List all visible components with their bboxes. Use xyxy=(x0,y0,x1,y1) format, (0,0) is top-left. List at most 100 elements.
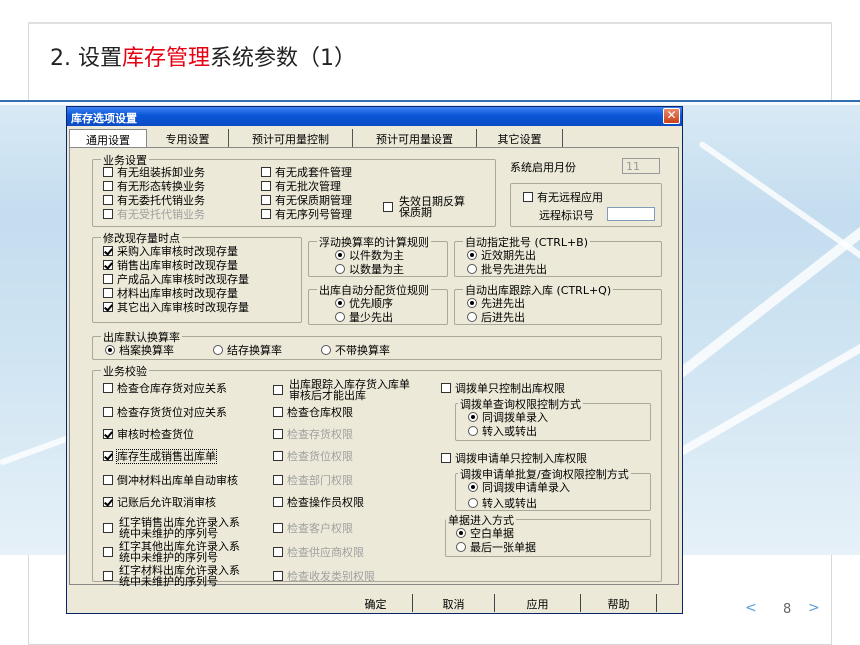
checkbox-shelf-life[interactable]: 有无保质期管理 xyxy=(261,195,352,207)
checkbox-purchase-in[interactable]: 采购入库审核时改现存量 xyxy=(103,246,238,258)
checkbox-cancel-after-post[interactable]: 记账后允许取消审核 xyxy=(103,497,216,509)
checkbox-box[interactable] xyxy=(261,181,271,191)
radio-dot[interactable] xyxy=(468,482,478,492)
radio-dot[interactable] xyxy=(321,345,331,355)
radio-by-quantity[interactable]: 以数量为主 xyxy=(335,264,404,276)
checkbox-consign-out[interactable]: 有无委托代销业务 xyxy=(103,195,205,207)
checkbox-box[interactable] xyxy=(103,475,113,485)
checkbox-box[interactable] xyxy=(383,202,393,212)
checkbox-box[interactable] xyxy=(273,407,283,417)
radio-request-in-out[interactable]: 转入或转出 xyxy=(468,498,537,510)
next-page-icon[interactable]: > xyxy=(808,600,820,616)
checkbox-wh-permission[interactable]: 检查仓库权限 xyxy=(273,407,353,419)
checkbox-form-conversion[interactable]: 有无形态转换业务 xyxy=(103,181,205,193)
tab-special[interactable]: 专用设置 xyxy=(147,129,229,147)
checkbox-remote[interactable]: 有无远程应用 xyxy=(523,192,603,204)
radio-dot[interactable] xyxy=(467,312,477,322)
radio-last-doc[interactable]: 最后一张单据 xyxy=(456,542,536,554)
close-icon[interactable]: ✕ xyxy=(663,108,680,124)
radio-same-transfer-entry[interactable]: 同调拨单录入 xyxy=(468,412,548,424)
radio-near-expiry[interactable]: 近效期先出 xyxy=(467,250,536,262)
checkbox-box[interactable] xyxy=(103,302,113,312)
checkbox-transfer-in-only[interactable]: 调拨申请单只控制入库权限 xyxy=(441,453,587,465)
checkbox-box[interactable] xyxy=(103,451,113,461)
ok-button[interactable]: 确定 xyxy=(339,594,413,612)
radio-small-first[interactable]: 量少先出 xyxy=(335,312,393,324)
radio-priority[interactable]: 优先顺序 xyxy=(335,298,393,310)
radio-dot[interactable] xyxy=(468,498,478,508)
checkbox-box[interactable] xyxy=(261,167,271,177)
checkbox-box[interactable] xyxy=(103,523,113,533)
tab-general[interactable]: 通用设置 xyxy=(69,129,147,147)
radio-dot[interactable] xyxy=(105,345,115,355)
radio-dot[interactable] xyxy=(213,345,223,355)
checkbox-operator-permission[interactable]: 检查操作员权限 xyxy=(273,497,364,509)
tab-available-control[interactable]: 预计可用量控制 xyxy=(229,129,353,147)
checkbox-box[interactable] xyxy=(103,383,113,393)
checkbox-wh-inventory[interactable]: 检查仓库存货对应关系 xyxy=(103,383,227,395)
checkbox-red-material-serial[interactable] xyxy=(103,571,117,583)
checkbox-box[interactable] xyxy=(103,547,113,557)
checkbox-sales-out[interactable]: 销售出库审核时改现存量 xyxy=(103,260,238,272)
checkbox-box[interactable] xyxy=(261,209,271,219)
checkbox-red-other-serial[interactable] xyxy=(103,547,117,559)
checkbox-material-out[interactable]: 材料出库审核时改现存量 xyxy=(103,288,238,300)
checkbox-box[interactable] xyxy=(523,192,533,202)
radio-dot[interactable] xyxy=(468,412,478,422)
radio-archive-rate[interactable]: 档案换算率 xyxy=(105,345,174,357)
checkbox-kit[interactable]: 有无成套件管理 xyxy=(261,167,352,179)
checkbox-batch[interactable]: 有无批次管理 xyxy=(261,181,341,193)
radio-no-rate[interactable]: 不带换算率 xyxy=(321,345,390,357)
radio-dot[interactable] xyxy=(468,426,478,436)
checkbox-box[interactable] xyxy=(103,246,113,256)
checkbox-box[interactable] xyxy=(441,383,451,393)
help-button[interactable]: 帮助 xyxy=(581,594,657,612)
remote-id-input[interactable] xyxy=(607,207,655,221)
dialog-titlebar[interactable]: 库存选项设置 ✕ xyxy=(67,107,682,126)
cancel-button[interactable]: 取消 xyxy=(413,594,495,612)
checkbox-trace-audit[interactable] xyxy=(273,385,287,397)
radio-dot[interactable] xyxy=(456,542,466,552)
radio-dot[interactable] xyxy=(467,298,477,308)
checkbox-box[interactable] xyxy=(103,181,113,191)
checkbox-serial[interactable]: 有无序列号管理 xyxy=(261,209,352,221)
radio-balance-rate[interactable]: 结存换算率 xyxy=(213,345,282,357)
tab-other[interactable]: 其它设置 xyxy=(477,129,563,147)
checkbox-inventory-location[interactable]: 检查存货货位对应关系 xyxy=(103,407,227,419)
radio-transfer-in-out[interactable]: 转入或转出 xyxy=(468,426,537,438)
checkbox-gen-sales-out[interactable]: 库存生成销售出库单 xyxy=(103,449,217,464)
radio-same-request-entry[interactable]: 同调拨申请单录入 xyxy=(468,482,570,494)
checkbox-box[interactable] xyxy=(103,407,113,417)
checkbox-red-sales-serial[interactable] xyxy=(103,523,117,535)
checkbox-check-location[interactable]: 审核时检查货位 xyxy=(103,429,194,441)
checkbox-assembly[interactable]: 有无组装拆卸业务 xyxy=(103,167,205,179)
radio-batch-fifo[interactable]: 批号先进先出 xyxy=(467,264,547,276)
checkbox-box[interactable] xyxy=(103,288,113,298)
radio-dot[interactable] xyxy=(467,250,477,260)
prev-page-icon[interactable]: < xyxy=(745,600,757,616)
checkbox-box[interactable] xyxy=(103,167,113,177)
checkbox-expiry-reverse[interactable] xyxy=(383,202,397,214)
checkbox-backflush-audit[interactable]: 倒冲材料出库单自动审核 xyxy=(103,475,238,487)
checkbox-other-inout[interactable]: 其它出入库审核时改现存量 xyxy=(103,302,249,314)
radio-dot[interactable] xyxy=(456,528,466,538)
radio-dot[interactable] xyxy=(467,264,477,274)
checkbox-product-in[interactable]: 产成品入库审核时改现存量 xyxy=(103,274,249,286)
checkbox-box[interactable] xyxy=(103,260,113,270)
checkbox-transfer-out-only[interactable]: 调拨单只控制出库权限 xyxy=(441,383,565,395)
radio-lifo[interactable]: 后进先出 xyxy=(467,312,525,324)
radio-dot[interactable] xyxy=(335,312,345,322)
radio-dot[interactable] xyxy=(335,250,345,260)
checkbox-box[interactable] xyxy=(273,497,283,507)
checkbox-box[interactable] xyxy=(103,571,113,581)
radio-blank-doc[interactable]: 空白单据 xyxy=(456,528,514,540)
tab-available-settings[interactable]: 预计可用量设置 xyxy=(353,129,477,147)
checkbox-box[interactable] xyxy=(103,195,113,205)
checkbox-box[interactable] xyxy=(261,195,271,205)
checkbox-box[interactable] xyxy=(103,497,113,507)
apply-button[interactable]: 应用 xyxy=(495,594,581,612)
radio-by-pieces[interactable]: 以件数为主 xyxy=(335,250,404,262)
radio-fifo[interactable]: 先进先出 xyxy=(467,298,525,310)
radio-dot[interactable] xyxy=(335,264,345,274)
checkbox-box[interactable] xyxy=(103,429,113,439)
